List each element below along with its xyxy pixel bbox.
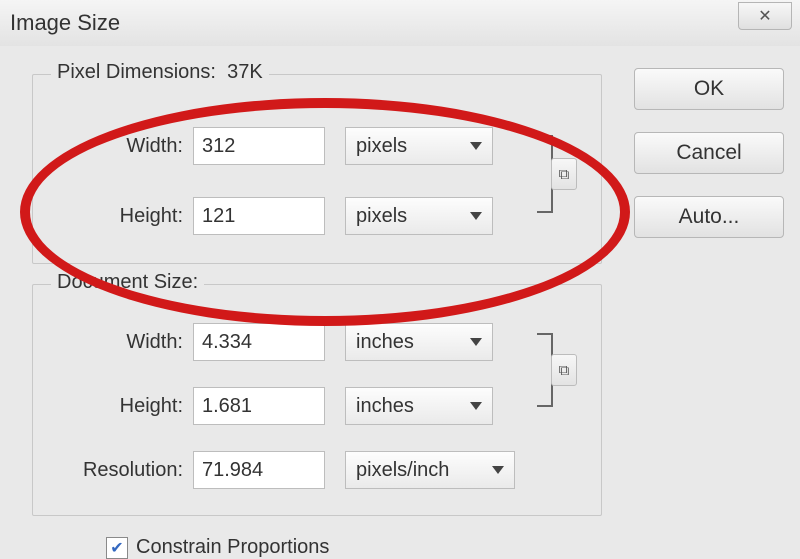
- doc-resolution-row: Resolution: pixels/inch: [33, 447, 601, 493]
- document-size-legend: Document Size:: [51, 271, 204, 294]
- auto-button[interactable]: Auto...: [634, 196, 784, 238]
- doc-width-input[interactable]: [193, 323, 325, 361]
- window-title: Image Size: [10, 10, 120, 36]
- pixel-height-label: Height:: [33, 205, 193, 228]
- ok-button-label: OK: [694, 77, 724, 101]
- pixel-width-label: Width:: [33, 135, 193, 158]
- close-button[interactable]: ✕: [738, 2, 792, 30]
- cancel-button-label: Cancel: [676, 141, 741, 165]
- close-icon: ✕: [758, 6, 771, 26]
- pixel-width-row: Width: pixels: [33, 123, 601, 169]
- doc-height-unit-value: inches: [356, 395, 414, 418]
- pixel-dimensions-legend: Pixel Dimensions: 37K: [51, 61, 269, 84]
- chevron-down-icon: [470, 338, 482, 346]
- pixel-height-row: Height: pixels: [33, 193, 601, 239]
- pixel-width-unit-value: pixels: [356, 135, 407, 158]
- constrain-proportions-checkbox[interactable]: ✔: [106, 537, 128, 559]
- pixel-dimensions-legend-text: Pixel Dimensions:: [57, 61, 216, 83]
- content-panel: Pixel Dimensions: 37K Width: pixels Heig…: [32, 74, 612, 554]
- doc-link-bracket: ⧉: [533, 329, 573, 411]
- link-icon[interactable]: ⧉: [551, 158, 577, 190]
- doc-height-unit-select[interactable]: inches: [345, 387, 493, 425]
- pixel-height-input[interactable]: [193, 197, 325, 235]
- document-size-group: Document Size: Width: inches Height: inc…: [32, 284, 602, 516]
- link-icon[interactable]: ⧉: [551, 354, 577, 386]
- doc-height-row: Height: inches: [33, 383, 601, 429]
- checkmark-icon: ✔: [110, 538, 123, 558]
- chevron-down-icon: [470, 402, 482, 410]
- doc-width-unit-value: inches: [356, 331, 414, 354]
- constrain-proportions-row: ✔ Constrain Proportions: [106, 536, 329, 559]
- chain-link-icon: ⧉: [559, 362, 570, 379]
- pixel-width-input[interactable]: [193, 127, 325, 165]
- doc-width-row: Width: inches: [33, 319, 601, 365]
- chain-link-icon: ⧉: [559, 166, 570, 183]
- doc-height-input[interactable]: [193, 387, 325, 425]
- doc-resolution-unit-value: pixels/inch: [356, 459, 449, 482]
- constrain-proportions-label: Constrain Proportions: [136, 536, 329, 559]
- pixel-width-unit-select[interactable]: pixels: [345, 127, 493, 165]
- pixel-dimensions-filesize: 37K: [227, 61, 263, 83]
- doc-resolution-unit-select[interactable]: pixels/inch: [345, 451, 515, 489]
- cancel-button[interactable]: Cancel: [634, 132, 784, 174]
- pixel-height-unit-select[interactable]: pixels: [345, 197, 493, 235]
- chevron-down-icon: [492, 466, 504, 474]
- pixel-link-bracket: ⧉: [533, 131, 573, 217]
- ok-button[interactable]: OK: [634, 68, 784, 110]
- doc-resolution-label: Resolution:: [33, 459, 193, 482]
- dialog-body: Pixel Dimensions: 37K Width: pixels Heig…: [0, 46, 800, 547]
- pixel-height-unit-value: pixels: [356, 205, 407, 228]
- doc-resolution-input[interactable]: [193, 451, 325, 489]
- chevron-down-icon: [470, 142, 482, 150]
- doc-width-label: Width:: [33, 331, 193, 354]
- doc-height-label: Height:: [33, 395, 193, 418]
- action-buttons: OK Cancel Auto...: [634, 68, 784, 260]
- chevron-down-icon: [470, 212, 482, 220]
- title-bar: Image Size ✕: [0, 0, 800, 47]
- pixel-dimensions-group: Pixel Dimensions: 37K Width: pixels Heig…: [32, 74, 602, 264]
- auto-button-label: Auto...: [679, 205, 740, 229]
- doc-width-unit-select[interactable]: inches: [345, 323, 493, 361]
